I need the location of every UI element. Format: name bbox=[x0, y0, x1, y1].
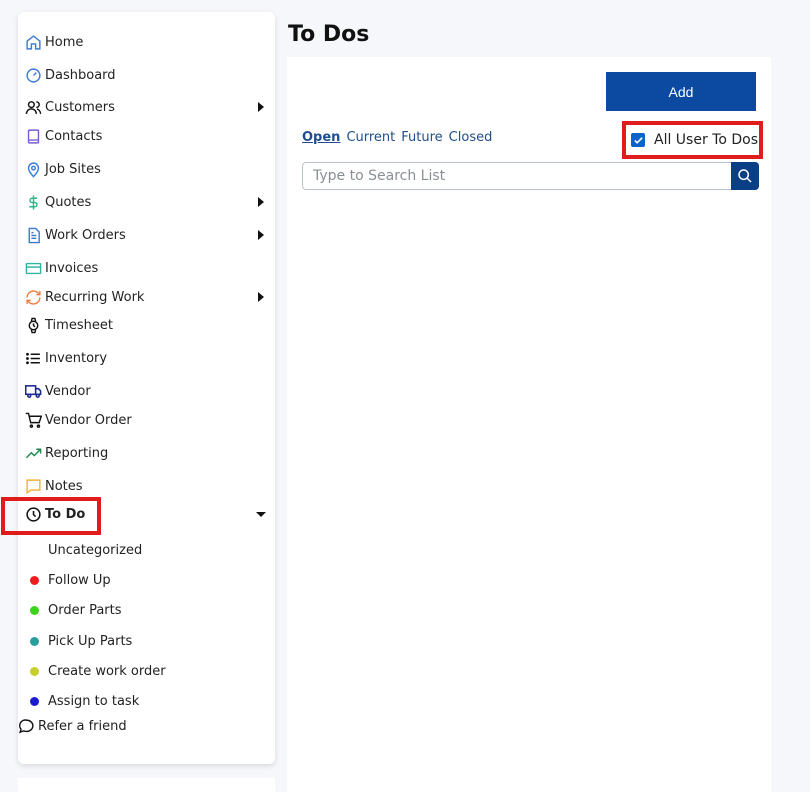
category-dot bbox=[30, 696, 39, 706]
chat-bubble-icon bbox=[17, 717, 35, 735]
refresh-icon bbox=[24, 288, 42, 306]
sidebar-item-label: Vendor Order bbox=[45, 412, 132, 428]
all-user-todos-checkbox[interactable] bbox=[631, 133, 645, 147]
tab-closed[interactable]: Closed bbox=[449, 130, 493, 145]
book-icon bbox=[24, 127, 42, 145]
sidebar-item-work-orders[interactable]: Work Orders bbox=[24, 223, 272, 247]
page-title: To Dos bbox=[288, 22, 370, 47]
sidebar-item-contacts[interactable]: Contacts bbox=[24, 124, 272, 148]
sidebar-item-quotes[interactable]: Quotes bbox=[24, 190, 272, 214]
refer-a-friend-link[interactable]: Refer a friend bbox=[17, 714, 265, 738]
add-button[interactable]: Add bbox=[606, 72, 756, 111]
dashboard-icon bbox=[24, 66, 42, 84]
truck-icon bbox=[24, 382, 42, 400]
sidebar-item-recurring-work[interactable]: Recurring Work bbox=[24, 285, 272, 309]
sidebar-item-customers[interactable]: Customers bbox=[24, 95, 272, 119]
users-icon bbox=[24, 98, 42, 116]
search-button[interactable] bbox=[731, 162, 759, 190]
sidebar-item-vendor-order[interactable]: Vendor Order bbox=[24, 408, 272, 432]
todo-category-order-parts[interactable]: Order Parts bbox=[30, 599, 122, 621]
todo-category-label: Pick Up Parts bbox=[48, 633, 133, 649]
tab-future[interactable]: Future bbox=[401, 130, 442, 145]
sidebar-item-timesheet[interactable]: Timesheet bbox=[24, 313, 272, 337]
sidebar-item-label: Vendor bbox=[45, 383, 91, 399]
todo-category-label: Assign to task bbox=[48, 693, 140, 709]
trending-up-icon bbox=[24, 444, 42, 462]
sidebar-item-vendor[interactable]: Vendor bbox=[24, 379, 272, 403]
todo-category-label: Follow Up bbox=[48, 572, 111, 588]
search-input[interactable] bbox=[303, 163, 731, 189]
todo-category-label: Uncategorized bbox=[48, 542, 143, 558]
sidebar-item-notes[interactable]: Notes bbox=[24, 474, 272, 498]
home-icon bbox=[24, 33, 42, 51]
category-dot bbox=[30, 546, 39, 555]
sidebar-item-label: Customers bbox=[45, 99, 115, 115]
sidebar-item-label: Contacts bbox=[45, 128, 103, 144]
tab-current[interactable]: Current bbox=[346, 130, 395, 145]
filter-tabs: Open Current Future Closed bbox=[302, 130, 492, 145]
todo-category-uncategorized[interactable]: Uncategorized bbox=[30, 539, 142, 561]
cart-icon bbox=[24, 411, 42, 429]
todo-category-assign-to-task[interactable]: Assign to task bbox=[30, 690, 139, 712]
sidebar-item-label: Notes bbox=[45, 478, 83, 494]
todo-category-pick-up-parts[interactable]: Pick Up Parts bbox=[30, 630, 132, 652]
search-icon bbox=[738, 169, 752, 183]
todo-highlight-box bbox=[1, 497, 101, 535]
sidebar-item-label: Job Sites bbox=[45, 161, 101, 177]
watch-icon bbox=[24, 316, 42, 334]
message-icon bbox=[24, 477, 42, 495]
chevron-down-icon[interactable] bbox=[256, 511, 266, 517]
sidebar-item-label: Recurring Work bbox=[45, 289, 145, 305]
sidebar-item-label: Reporting bbox=[45, 445, 109, 461]
credit-card-icon bbox=[24, 259, 42, 277]
todo-category-create-work-order[interactable]: Create work order bbox=[30, 660, 166, 682]
chevron-right-icon[interactable] bbox=[258, 292, 264, 302]
all-user-todos-toggle[interactable]: All User To Dos bbox=[622, 121, 763, 159]
sidebar-bottom-panel bbox=[18, 778, 275, 792]
chevron-right-icon[interactable] bbox=[258, 102, 264, 112]
sidebar-item-label: Invoices bbox=[45, 260, 99, 276]
sidebar-item-label: Quotes bbox=[45, 194, 92, 210]
chevron-right-icon[interactable] bbox=[258, 197, 264, 207]
search-field bbox=[302, 162, 759, 190]
all-user-todos-label: All User To Dos bbox=[654, 132, 758, 148]
sidebar-item-label: Dashboard bbox=[45, 67, 116, 83]
category-dot bbox=[30, 605, 39, 615]
chevron-right-icon[interactable] bbox=[258, 230, 264, 240]
sidebar-item-invoices[interactable]: Invoices bbox=[24, 256, 272, 280]
sidebar-item-label: Home bbox=[45, 34, 84, 50]
category-dot bbox=[30, 575, 39, 585]
list-icon bbox=[24, 349, 42, 367]
sidebar-item-label: Inventory bbox=[45, 350, 108, 366]
sidebar-item-job-sites[interactable]: Job Sites bbox=[24, 157, 272, 181]
todo-category-follow-up[interactable]: Follow Up bbox=[30, 569, 111, 591]
refer-label: Refer a friend bbox=[38, 718, 127, 734]
sidebar-item-home[interactable]: Home bbox=[24, 30, 272, 54]
category-dot bbox=[30, 666, 39, 676]
sidebar-item-label: Work Orders bbox=[45, 227, 126, 243]
todo-category-label: Order Parts bbox=[48, 602, 122, 618]
document-icon bbox=[24, 226, 42, 244]
todo-category-label: Create work order bbox=[48, 663, 166, 679]
map-pin-icon bbox=[24, 160, 42, 178]
sidebar-item-inventory[interactable]: Inventory bbox=[24, 346, 272, 370]
sidebar-item-dashboard[interactable]: Dashboard bbox=[24, 63, 272, 87]
category-dot bbox=[30, 636, 39, 646]
dollar-icon bbox=[24, 193, 42, 211]
sidebar-item-label: Timesheet bbox=[45, 317, 113, 333]
sidebar-item-reporting[interactable]: Reporting bbox=[24, 441, 272, 465]
tab-open[interactable]: Open bbox=[302, 130, 340, 145]
